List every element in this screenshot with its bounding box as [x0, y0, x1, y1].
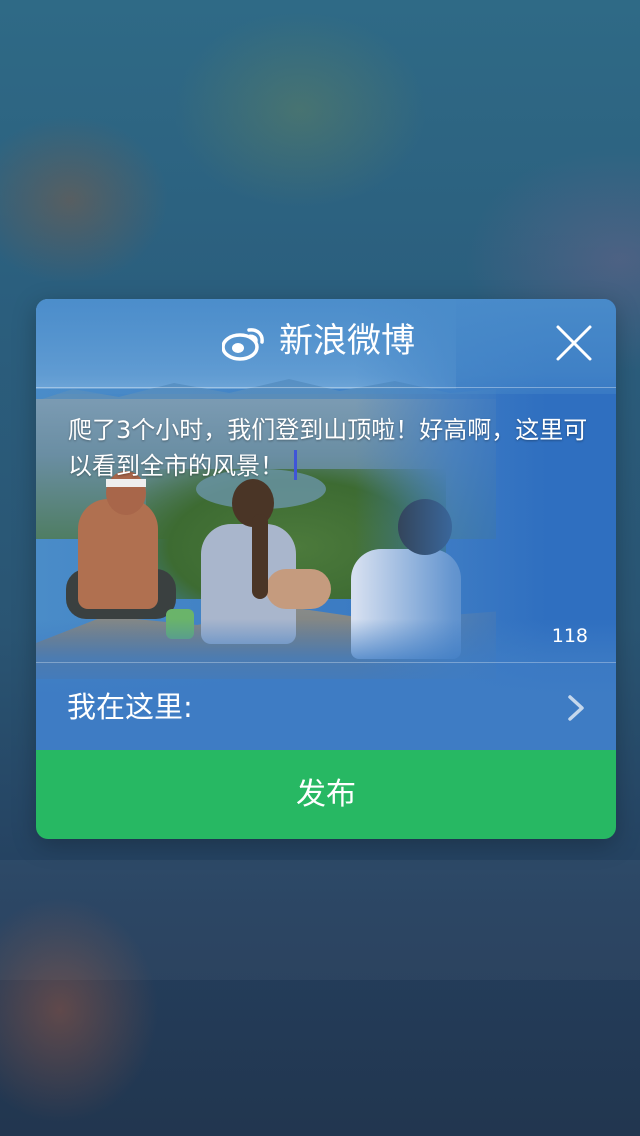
blurred-home-background: 新浪微博 爬了3个小时，我们登到山顶啦！好高啊，这里可以看到全市的风景！ 118… [0, 0, 640, 1136]
post-text: 爬了3个小时，我们登到山顶啦！好高啊，这里可以看到全市的风景！ [68, 416, 588, 480]
location-row[interactable]: 我在这里: [36, 662, 616, 750]
text-cursor [294, 450, 297, 480]
weibo-icon [222, 328, 264, 361]
background-blur-band [0, 860, 640, 980]
location-label: 我在这里: [67, 690, 193, 724]
remaining-char-count: 118 [551, 625, 588, 647]
composer-panel: 新浪微博 爬了3个小时，我们登到山顶啦！好高啊，这里可以看到全市的风景！ 118… [36, 299, 616, 750]
dialog-header: 新浪微博 [36, 299, 616, 388]
publish-button[interactable]: 发布 [36, 750, 616, 839]
chevron-right-icon [568, 695, 584, 721]
close-icon[interactable] [554, 323, 594, 363]
post-text-area[interactable]: 爬了3个小时，我们登到山顶啦！好高啊，这里可以看到全市的风景！ [68, 412, 588, 484]
weibo-share-dialog: 新浪微博 爬了3个小时，我们登到山顶啦！好高啊，这里可以看到全市的风景！ 118… [36, 299, 616, 839]
dialog-title: 新浪微博 [279, 321, 415, 361]
